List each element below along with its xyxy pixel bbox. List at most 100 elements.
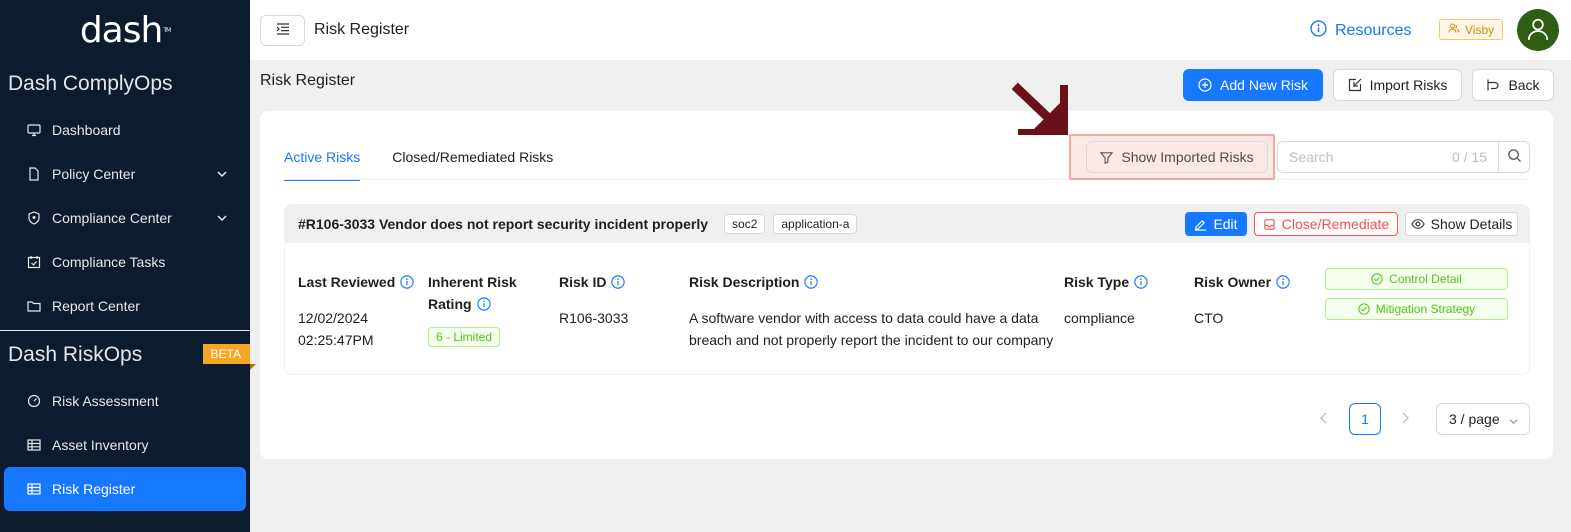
info-circle-icon[interactable] bbox=[400, 275, 414, 289]
header-title: Risk Register bbox=[314, 21, 410, 38]
check-circle-icon bbox=[1371, 273, 1383, 285]
col-last-reviewed: Last Reviewed 12/02/2024 02:25:47PM bbox=[298, 271, 414, 351]
section-title-riskops: Dash RiskOps BETA bbox=[0, 331, 257, 379]
info-circle-icon[interactable] bbox=[611, 275, 626, 289]
sidebar-item-report-center[interactable]: Report Center bbox=[0, 284, 250, 328]
rollback-icon bbox=[1486, 78, 1500, 92]
import-risks-label: Import Risks bbox=[1369, 77, 1448, 93]
sidebar-item-label: Risk Register bbox=[52, 481, 136, 497]
folder-icon bbox=[26, 298, 42, 314]
edit-button[interactable]: Edit bbox=[1185, 212, 1247, 236]
monitor-icon bbox=[26, 122, 42, 138]
info-circle-icon[interactable] bbox=[804, 275, 819, 289]
sidebar: dash TM Dash ComplyOps Dashboard Policy C… bbox=[0, 0, 257, 532]
col-label-text: Risk Description bbox=[689, 274, 800, 290]
table-icon bbox=[26, 481, 42, 497]
chevron-down-icon bbox=[1508, 414, 1519, 430]
search-placeholder: Search bbox=[1289, 149, 1334, 165]
team-icon bbox=[1448, 22, 1460, 37]
import-risks-button[interactable]: Import Risks bbox=[1333, 69, 1462, 101]
search-button[interactable] bbox=[1498, 141, 1530, 173]
eye-icon bbox=[1410, 217, 1425, 231]
inherent-risk-tag: 6 - Limited bbox=[428, 327, 501, 347]
sidebar-item-compliance-center[interactable]: Compliance Center bbox=[0, 196, 250, 240]
sidebar-item-risk-register[interactable]: Risk Register bbox=[4, 467, 246, 511]
search-input[interactable]: Search 0 / 15 bbox=[1277, 141, 1498, 173]
col-label: Risk Type bbox=[1064, 271, 1148, 293]
table-icon bbox=[26, 437, 42, 453]
info-circle-icon[interactable] bbox=[476, 297, 491, 311]
sidebar-item-label: Asset Inventory bbox=[52, 437, 149, 453]
sidebar-item-label: Compliance Tasks bbox=[52, 254, 166, 270]
search-icon bbox=[1507, 148, 1522, 166]
back-button[interactable]: Back bbox=[1472, 69, 1554, 101]
risk-tabs: Active Risks Closed/Remediated Risks bbox=[284, 149, 585, 181]
show-details-button[interactable]: Show Details bbox=[1405, 212, 1518, 236]
back-label: Back bbox=[1508, 77, 1540, 93]
risk-tag: application-a bbox=[773, 214, 858, 234]
col-label: Rating bbox=[428, 293, 517, 315]
resources-link[interactable]: Resources bbox=[1310, 20, 1411, 42]
check-circle-icon bbox=[1358, 303, 1370, 315]
search-count: 0 / 15 bbox=[1451, 149, 1487, 165]
info-circle-icon bbox=[1310, 20, 1327, 42]
plus-circle-icon bbox=[1198, 78, 1212, 92]
logo-text: dash bbox=[79, 9, 163, 51]
shield-icon bbox=[26, 210, 42, 226]
next-page-icon[interactable] bbox=[1400, 411, 1410, 428]
col-risk-id: Risk ID R106-3033 bbox=[559, 271, 628, 329]
add-new-risk-label: Add New Risk bbox=[1220, 77, 1308, 93]
risk-id-value: R106-3033 bbox=[559, 310, 629, 326]
col-label: Risk ID bbox=[559, 271, 628, 293]
calendar-check-icon bbox=[26, 254, 42, 270]
logo[interactable]: dash TM bbox=[0, 0, 250, 60]
page-size-select[interactable]: 3 / page bbox=[1436, 403, 1530, 435]
edit-icon bbox=[1194, 218, 1207, 231]
sidebar-item-risk-assessment[interactable]: Risk Assessment bbox=[0, 379, 250, 423]
menu-toggle-button[interactable] bbox=[260, 14, 305, 46]
last-reviewed-value: 12/02/2024 02:25:47PM bbox=[298, 307, 414, 351]
add-new-risk-button[interactable]: Add New Risk bbox=[1183, 69, 1323, 101]
info-circle-icon[interactable] bbox=[1134, 275, 1148, 289]
control-detail-label: Control Detail bbox=[1389, 272, 1462, 286]
search-bar: Search 0 / 15 bbox=[1277, 141, 1530, 173]
col-label: Last Reviewed bbox=[298, 271, 414, 293]
close-remediate-label: Close/Remediate bbox=[1281, 216, 1390, 232]
sidebar-item-label: Policy Center bbox=[52, 166, 136, 182]
tab-closed-remediated-risks[interactable]: Closed/Remediated Risks bbox=[392, 149, 553, 181]
prev-page-icon[interactable] bbox=[1319, 411, 1329, 428]
sidebar-item-policy-center[interactable]: Policy Center bbox=[0, 152, 250, 196]
chevron-down-icon bbox=[216, 167, 228, 183]
mitigation-strategy-button[interactable]: Mitigation Strategy bbox=[1325, 298, 1508, 320]
avatar[interactable] bbox=[1517, 9, 1559, 51]
close-remediate-button[interactable]: Close/Remediate bbox=[1254, 212, 1398, 236]
show-imported-risks-button[interactable]: Show Imported Risks bbox=[1086, 141, 1268, 173]
risk-owner-value: CTO bbox=[1194, 310, 1224, 326]
org-badge-label: Visby bbox=[1465, 22, 1495, 37]
top-header: Risk Register Resources Visby bbox=[250, 0, 1571, 60]
show-details-label: Show Details bbox=[1430, 216, 1513, 232]
col-label-text: Risk Owner bbox=[1194, 274, 1272, 290]
risk-type-value: compliance bbox=[1064, 310, 1135, 326]
tab-active-risks[interactable]: Active Risks bbox=[284, 149, 361, 181]
col-label-text: Last Reviewed bbox=[298, 274, 396, 290]
col-label-text: Rating bbox=[428, 296, 472, 312]
org-badge[interactable]: Visby bbox=[1439, 19, 1504, 40]
inbox-icon bbox=[1263, 218, 1276, 231]
page-title: Risk Register bbox=[260, 72, 356, 89]
section-title-complyops: Dash ComplyOps bbox=[8, 72, 173, 95]
control-detail-button[interactable]: Control Detail bbox=[1325, 268, 1508, 290]
col-inherent-risk: Inherent Risk Rating 6 - Limited bbox=[428, 271, 517, 347]
file-icon bbox=[26, 166, 42, 182]
edit-label: Edit bbox=[1213, 216, 1238, 232]
info-circle-icon[interactable] bbox=[1276, 275, 1290, 289]
sidebar-item-compliance-tasks[interactable]: Compliance Tasks bbox=[0, 240, 250, 284]
chevron-down-icon bbox=[216, 211, 228, 227]
risk-register-card: Active Risks Closed/Remediated Risks Sho… bbox=[260, 82, 1553, 459]
resources-label: Resources bbox=[1335, 22, 1412, 39]
sidebar-item-asset-inventory[interactable]: Asset Inventory bbox=[0, 423, 250, 467]
page-1-button[interactable]: 1 bbox=[1349, 403, 1381, 435]
import-icon bbox=[1348, 78, 1362, 92]
sidebar-item-dashboard[interactable]: Dashboard bbox=[0, 108, 250, 152]
menu-fold-icon bbox=[276, 22, 290, 38]
